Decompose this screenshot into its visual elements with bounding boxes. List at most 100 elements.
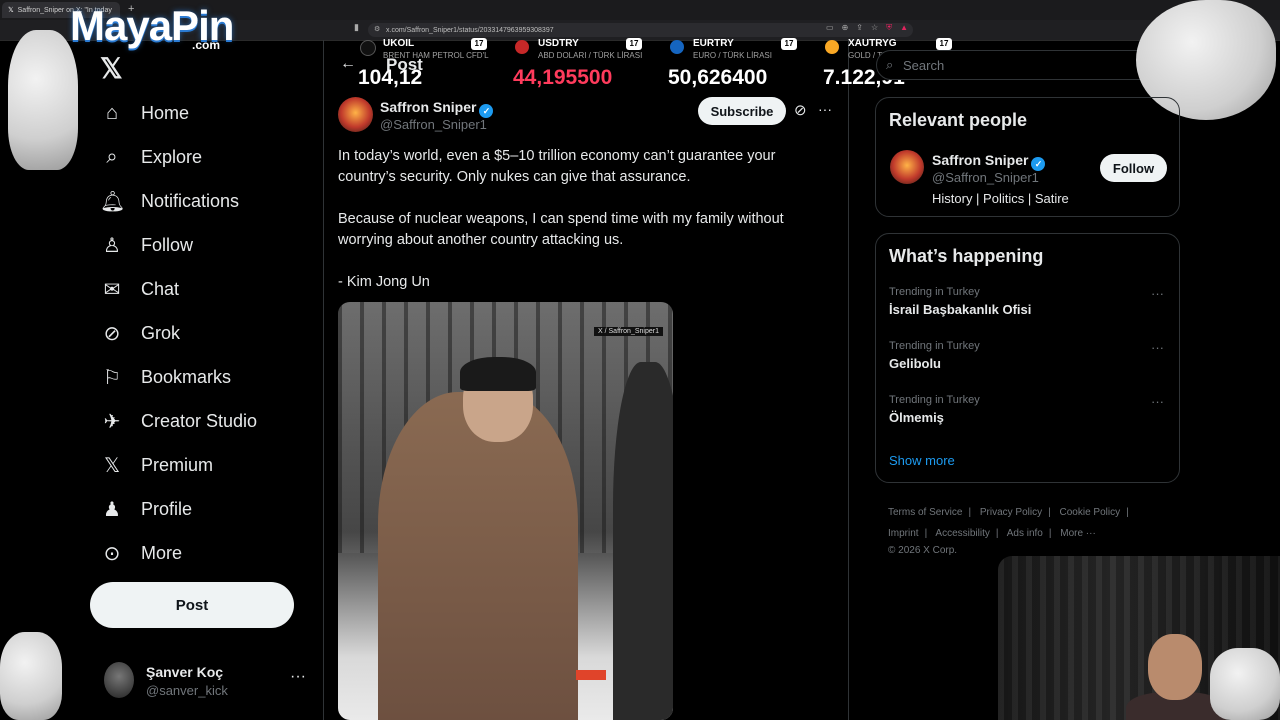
trend-item[interactable]: Trending in Turkey Gelibolu ··· <box>889 340 1169 386</box>
primary-nav: ⌂ Home ⌕ Explore 🔔︎ Notifications ♙ Follow ✉… <box>90 91 320 575</box>
ticker-value: 104,12 <box>358 66 423 89</box>
shield-icon[interactable]: ⛨ <box>886 23 892 33</box>
nav-creator-studio[interactable]: ✈ Creator Studio <box>90 399 320 443</box>
bookmark-icon: ⚐ <box>103 366 121 389</box>
address-bar-actions: ▭ ⊕ ⇪ ☆ ⛨ ▲ <box>826 23 908 33</box>
ticker-item: UKOIL BRENT HAM PETROL CFD'L 17 104,12 <box>338 36 489 92</box>
nav-grok[interactable]: ⊘ Grok <box>90 311 320 355</box>
video-person <box>378 392 578 720</box>
zoom-icon[interactable]: ⊕ <box>842 23 849 33</box>
relevant-name[interactable]: Saffron Sniper ✓ <box>932 152 1046 171</box>
price-ticker-overlay: UKOIL BRENT HAM PETROL CFD'L 17 104,12 U… <box>338 36 958 92</box>
post-video[interactable]: X / Saffron_Sniper1 <box>338 302 673 720</box>
avatar[interactable] <box>890 150 924 184</box>
relevant-handle[interactable]: @Saffron_Sniper1 <box>932 170 1039 185</box>
bell-icon: 🔔︎ <box>100 190 126 213</box>
x-favicon-icon: 𝕏 <box>8 7 14 14</box>
cat-overlay-left <box>8 30 78 170</box>
footer-row: Terms of Service | Privacy Policy | Cookie… <box>888 502 1178 523</box>
follow-button[interactable]: Follow <box>1100 154 1167 182</box>
ticker-description: EURO / TÜRK LİRASI <box>693 51 772 60</box>
ticker-symbol: EURTRY <box>693 38 734 49</box>
whats-happening-card: What’s happening Trending in Turkey İsra… <box>875 233 1180 483</box>
compose-post-button[interactable]: Post <box>90 582 294 628</box>
flag-icon <box>515 40 529 54</box>
ticker-item: USDTRY ABD DOLARI / TÜRK LİRASI 17 44,19… <box>493 36 643 92</box>
verified-badge-icon: ✓ <box>479 104 494 118</box>
footer-links: Terms of Service | Privacy Policy | Cookie… <box>888 502 1178 558</box>
footer-link[interactable]: Ads info <box>1007 528 1043 539</box>
nav-label: Premium <box>141 454 214 475</box>
relevant-bio: History | Politics | Satire <box>932 191 1069 206</box>
author-avatar[interactable] <box>338 97 373 132</box>
x-logo-icon[interactable]: 𝕏 <box>100 52 123 85</box>
post-body: In today’s world, even a $5–10 trillion … <box>338 146 818 314</box>
grok-explain-icon[interactable]: ⊘ <box>794 101 807 119</box>
author-name[interactable]: Saffron Sniper ✓ <box>380 99 494 118</box>
ticker-symbol: XAUTRYG <box>848 38 897 49</box>
separator: | <box>1048 528 1052 539</box>
trend-name: Ölmemiş <box>889 410 944 425</box>
tradingview-icon: 17 <box>471 38 487 50</box>
more-icon[interactable]: ··· <box>1151 394 1164 409</box>
nav-label: Chat <box>141 278 180 299</box>
footer-link[interactable]: Terms of Service <box>888 507 962 518</box>
person-icon: ♟ <box>103 498 121 521</box>
more-icon[interactable]: ··· <box>290 668 306 686</box>
site-info-icon[interactable]: ⚙ <box>374 25 380 33</box>
footer-link[interactable]: Privacy Policy <box>980 507 1042 518</box>
nav-home[interactable]: ⌂ Home <box>90 91 320 135</box>
show-more-link[interactable]: Show more <box>889 453 955 468</box>
account-name: Şanver Koç <box>146 664 224 680</box>
url-text: x.com/Saffron_Sniper1/status/20331479639… <box>386 26 554 34</box>
footer-link[interactable]: Cookie Policy <box>1060 507 1121 518</box>
author-handle[interactable]: @Saffron_Sniper1 <box>380 117 487 132</box>
ticker-value: 50,626400 <box>668 66 768 89</box>
nav-premium[interactable]: 𝕏 Premium <box>90 443 320 487</box>
separator: | <box>1048 507 1051 518</box>
footer-link[interactable]: Imprint <box>888 528 919 539</box>
nav-label: Bookmarks <box>141 366 232 387</box>
account-switcher[interactable]: Şanver Koç @sanver_kick ··· <box>104 660 314 704</box>
footer-link[interactable]: Accessibility <box>935 528 989 539</box>
post-paragraph: Because of nuclear weapons, I can spend … <box>338 211 784 248</box>
ticker-symbol: UKOIL <box>383 38 415 49</box>
star-icon[interactable]: ☆ <box>871 23 878 33</box>
post-more-icon[interactable]: ··· <box>818 101 832 117</box>
nav-label: Profile <box>141 498 193 519</box>
trend-name: Gelibolu <box>889 356 941 371</box>
ticker-value: 44,195500 <box>513 66 613 89</box>
x-premium-icon: 𝕏 <box>103 454 121 477</box>
share-icon[interactable]: ⇪ <box>856 23 863 33</box>
nav-follow[interactable]: ♙ Follow <box>90 223 320 267</box>
nav-explore[interactable]: ⌕ Explore <box>90 135 320 179</box>
account-handle: @sanver_kick <box>146 683 228 698</box>
subscribe-button[interactable]: Subscribe <box>698 97 786 125</box>
card-title: What’s happening <box>889 246 1044 266</box>
search-icon: ⌕ <box>106 145 118 168</box>
separator: | <box>1126 507 1129 518</box>
footer-link[interactable]: More ··· <box>1060 528 1096 539</box>
nav-more[interactable]: ⊙ More <box>90 531 320 575</box>
nav-notifications[interactable]: 🔔︎ Notifications <box>90 179 320 223</box>
grok-icon: ⊘ <box>103 322 121 345</box>
search-input[interactable]: ⌕ Search <box>876 50 1176 80</box>
ticker-description: BRENT HAM PETROL CFD'L <box>383 51 489 60</box>
cast-icon[interactable]: ▭ <box>826 23 834 33</box>
bookmark-icon[interactable]: ▮ <box>354 22 359 33</box>
more-icon[interactable]: ··· <box>1151 340 1164 355</box>
trend-item[interactable]: Trending in Turkey Ölmemiş ··· <box>889 394 1169 440</box>
nav-chat[interactable]: ✉ Chat <box>90 267 320 311</box>
nav-bookmarks[interactable]: ⚐ Bookmarks <box>90 355 320 399</box>
rocket-icon: ✈ <box>103 410 121 433</box>
more-icon[interactable]: ··· <box>1151 286 1164 301</box>
nav-profile[interactable]: ♟ Profile <box>90 487 320 531</box>
search-icon: ⌕ <box>886 57 894 72</box>
nav-label: Notifications <box>141 190 240 211</box>
separator: | <box>995 528 999 539</box>
ticker-description: ABD DOLARI / TÜRK LİRASI <box>538 51 643 60</box>
trend-item[interactable]: Trending in Turkey İsrail Başbakanlık Of… <box>889 286 1169 332</box>
separator: | <box>968 507 972 518</box>
extension-icon[interactable]: ▲ <box>900 23 908 33</box>
add-person-icon: ♙ <box>103 234 121 257</box>
